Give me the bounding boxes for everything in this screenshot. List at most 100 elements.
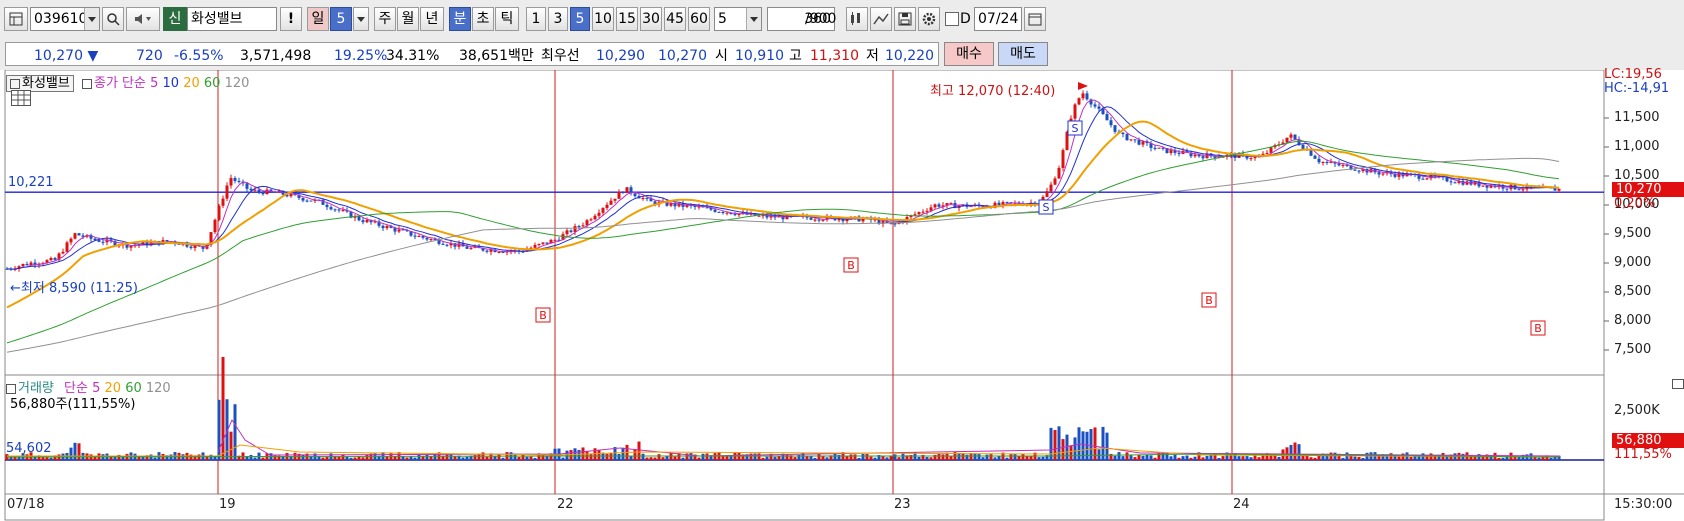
candle-body: [1317, 158, 1321, 163]
period-day-value[interactable]: 5: [330, 7, 352, 31]
volume-bar: [785, 454, 789, 460]
chevron-down-icon[interactable]: [353, 7, 369, 31]
volume-bar: [1145, 454, 1149, 460]
marker-s-label: S: [1043, 201, 1050, 214]
candle-body: [25, 263, 29, 266]
volume-bar: [821, 455, 825, 460]
volume-bar: [1061, 439, 1065, 460]
volume-bar: [973, 453, 977, 460]
calendar-icon[interactable]: [1024, 7, 1046, 31]
volume-bar: [657, 454, 661, 460]
candle-body: [569, 230, 573, 232]
trendline-icon[interactable]: [870, 7, 892, 31]
period-day-button[interactable]: 일: [307, 7, 329, 31]
period-month-button[interactable]: 월: [397, 7, 419, 31]
volume-bar: [385, 456, 389, 460]
volume-bar: [1149, 455, 1153, 460]
grid-toggle-icon[interactable]: [11, 90, 31, 106]
candle-body: [1177, 152, 1181, 154]
date-value: 07/24: [978, 11, 1019, 27]
volume-bar: [461, 457, 465, 460]
volume-bar: [773, 456, 777, 460]
period-week-button[interactable]: 주: [374, 7, 396, 31]
indicator-icon[interactable]: [846, 7, 868, 31]
marker-s-label: S: [1072, 122, 1079, 135]
interval-30-button[interactable]: 30: [640, 7, 662, 31]
interval-15-button[interactable]: 15: [616, 7, 638, 31]
period-minute-button[interactable]: 분: [449, 7, 471, 31]
candle-body: [601, 208, 605, 213]
candle-body: [1449, 181, 1453, 183]
candle-body: [625, 187, 629, 193]
interval-10-button[interactable]: 10: [592, 7, 614, 31]
candle-body: [617, 191, 621, 199]
volume-bar: [1049, 427, 1053, 460]
candle-body: [1081, 93, 1085, 99]
y-tick-label: 8,500: [1614, 284, 1652, 299]
legend-close-ma: 종가 단순 5: [81, 76, 158, 91]
interval-60-button[interactable]: 60: [688, 7, 710, 31]
d-checkbox[interactable]: [945, 12, 959, 26]
candle-body: [325, 204, 329, 208]
volume-bar: [661, 457, 665, 460]
candle-body: [921, 211, 925, 213]
legend-ma20: 20: [183, 76, 200, 91]
volume-tag: 56,880: [1612, 433, 1684, 448]
price-legend: 화성밸브 종가 단순 5 10 20 60 120: [6, 72, 249, 92]
quote-amount: 38,651백만: [459, 48, 534, 64]
candle-body: [581, 225, 585, 227]
volume-bar: [1193, 456, 1197, 460]
candle-body: [129, 245, 133, 248]
best-label: 최우선: [541, 48, 580, 64]
interval-3-button[interactable]: 3: [548, 7, 568, 31]
candle-body: [733, 214, 737, 216]
candle-body: [1093, 104, 1097, 107]
volume-bar: [1005, 457, 1009, 460]
volume-bar: [1277, 456, 1281, 460]
candle-body: [21, 263, 25, 267]
volume-bar: [1017, 456, 1021, 460]
candle-body: [537, 243, 541, 245]
buy-button[interactable]: 매수: [944, 42, 994, 66]
speaker-icon[interactable]: [126, 7, 160, 31]
gear-icon[interactable]: [918, 7, 940, 31]
volume-bar: [353, 457, 357, 460]
candle-body: [1341, 164, 1345, 166]
stock-code-input[interactable]: 039610: [30, 7, 100, 31]
period-year-button[interactable]: 년: [420, 7, 444, 31]
chevron-down-icon[interactable]: [746, 8, 761, 30]
interval-select[interactable]: 5: [714, 7, 762, 31]
stock-name-field[interactable]: 화성밸브: [187, 7, 277, 31]
period-second-button[interactable]: 초: [472, 7, 494, 31]
chevron-down-icon[interactable]: [84, 8, 99, 30]
best-bid: 10,270: [658, 48, 707, 64]
date-input[interactable]: 07/24: [974, 7, 1022, 31]
candle-body: [417, 236, 421, 238]
volume-bar: [1357, 457, 1361, 460]
y-tick-label: 9,500: [1614, 226, 1652, 241]
interval-5-button[interactable]: 5: [570, 7, 590, 31]
volume-bar: [1293, 442, 1297, 460]
candle-body: [1505, 188, 1509, 190]
interval-45-button[interactable]: 45: [664, 7, 686, 31]
volume-bar: [1025, 456, 1029, 460]
volume-bar: [425, 454, 429, 460]
search-icon[interactable]: [102, 7, 124, 31]
save-icon[interactable]: [894, 7, 916, 31]
volume-bar: [721, 456, 725, 460]
period-tick-button[interactable]: 틱: [495, 7, 519, 31]
layout-icon[interactable]: [4, 7, 28, 31]
chart-area[interactable]: BBSSBB 화성밸브 종가 단순 5 10 20 60 120 10,221 …: [0, 67, 1684, 521]
candle-body: [589, 219, 593, 221]
sell-button[interactable]: 매도: [998, 42, 1048, 66]
candle-body: [1325, 162, 1329, 164]
alert-button[interactable]: !: [280, 7, 302, 31]
volume-bar: [705, 453, 709, 460]
volume-bar: [1245, 456, 1249, 460]
volume-bar: [1341, 457, 1345, 460]
pane-maximize-icon[interactable]: [1672, 379, 1684, 389]
interval-1-button[interactable]: 1: [526, 7, 546, 31]
candle-body: [817, 219, 821, 221]
candle-body: [913, 214, 917, 216]
candle-body: [1337, 163, 1341, 166]
